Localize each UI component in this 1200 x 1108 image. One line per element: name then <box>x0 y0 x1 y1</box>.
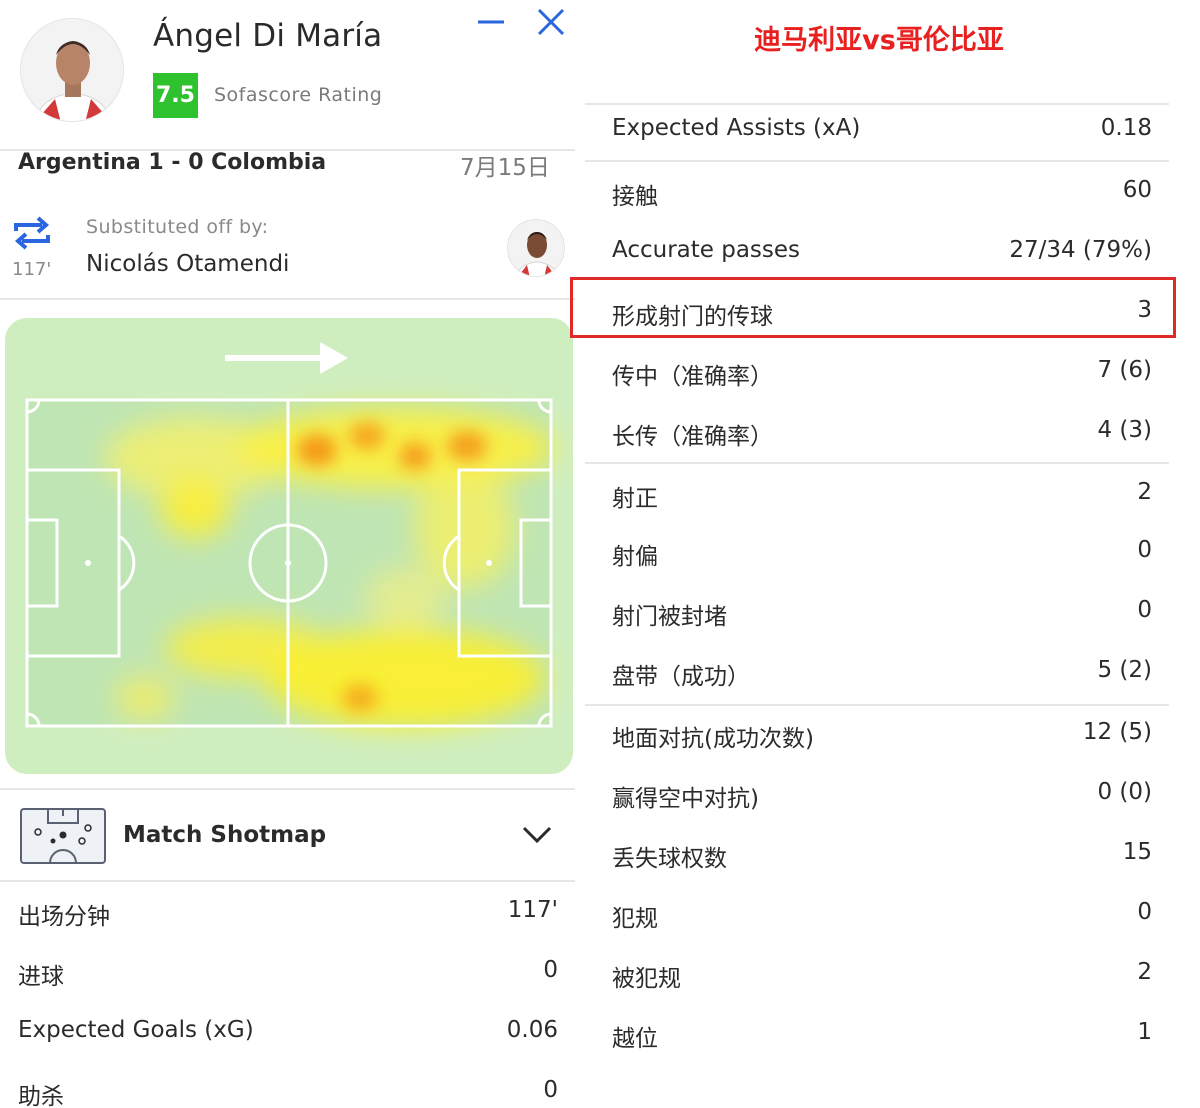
stat-label: 接触 <box>612 184 658 210</box>
stat-value: 0 <box>543 957 558 983</box>
substitution-minute: 117' <box>12 259 52 280</box>
divider <box>585 704 1169 706</box>
rating-badge: 7.5 <box>153 73 198 118</box>
stat-label: 形成射门的传球 <box>612 304 773 330</box>
mini-pitch-icon <box>20 808 106 864</box>
divider <box>585 462 1169 464</box>
player-card: Ángel Di María 7.5 Sofascore Rating Arge… <box>0 0 575 1108</box>
stat-row-xg: Expected Goals (xG) 0.06 <box>18 1011 558 1051</box>
stat-row: 射门被封堵 0 <box>612 591 1152 631</box>
stat-label: 射偏 <box>612 544 658 570</box>
stat-row: 犯规 0 <box>612 893 1152 933</box>
stat-value: 3 <box>1137 297 1152 323</box>
player-name: Ángel Di María <box>153 18 383 54</box>
stat-label: Expected Assists (xA) <box>612 115 861 141</box>
player-avatar <box>20 18 124 122</box>
substitute-avatar[interactable] <box>507 219 565 277</box>
stat-row: 射正 2 <box>612 473 1152 513</box>
stat-row-minutes: 出场分钟 117' <box>18 891 558 931</box>
match-score[interactable]: Argentina 1 - 0 Colombia <box>18 150 326 175</box>
stats-panel: 迪马利亚vs哥伦比亚 Expected Assists (xA) 0.18 接触… <box>570 0 1200 1108</box>
stat-row: 地面对抗(成功次数) 12 (5) <box>612 713 1152 753</box>
close-icon[interactable] <box>535 4 567 38</box>
stat-value: 0 (0) <box>1097 779 1152 805</box>
stat-row: 越位 1 <box>612 1013 1152 1053</box>
stat-row: 长传（准确率） 4 (3) <box>612 411 1152 451</box>
match-date: 7月15日 <box>460 155 550 181</box>
stat-row-goals: 进球 0 <box>18 951 558 991</box>
stat-label: Expected Goals (xG) <box>18 1017 254 1043</box>
stat-row: Expected Assists (xA) 0.18 <box>612 109 1152 149</box>
rating-label: Sofascore Rating <box>214 84 383 106</box>
stat-value: 0 <box>543 1077 558 1103</box>
stat-row: 射偏 0 <box>612 531 1152 571</box>
stat-value: 2 <box>1137 959 1152 985</box>
stat-value: 0 <box>1137 597 1152 623</box>
stat-value: 27/34 (79%) <box>1009 237 1152 263</box>
stat-label: Accurate passes <box>612 237 801 263</box>
stat-label: 犯规 <box>612 906 658 932</box>
stat-row: 丢失球权数 15 <box>612 833 1152 873</box>
stat-value: 4 (3) <box>1097 417 1152 443</box>
stat-value: 12 (5) <box>1082 719 1152 745</box>
stat-label: 射正 <box>612 486 658 512</box>
stat-value: 5 (2) <box>1097 657 1152 683</box>
stat-value: 0.06 <box>506 1017 558 1043</box>
stat-value: 0 <box>1137 537 1152 563</box>
stat-label: 进球 <box>18 964 64 990</box>
stat-label: 射门被封堵 <box>612 604 727 630</box>
stat-label: 长传（准确率） <box>612 424 773 450</box>
stat-row: 盘带（成功） 5 (2) <box>612 651 1152 691</box>
stat-value: 1 <box>1137 1019 1152 1045</box>
stat-row-highlighted: 形成射门的传球 3 <box>612 291 1152 331</box>
substitution-label: Substituted off by: <box>86 216 269 238</box>
stat-value: 117' <box>507 897 558 923</box>
stat-label: 地面对抗(成功次数) <box>612 726 814 752</box>
stat-value: 15 <box>1122 839 1152 865</box>
swap-arrows-icon <box>12 215 52 251</box>
stat-label: 盘带（成功） <box>612 664 750 690</box>
stat-value: 0 <box>1137 899 1152 925</box>
stat-label: 赢得空中对抗) <box>612 786 759 812</box>
divider <box>0 298 575 300</box>
stat-row: 赢得空中对抗) 0 (0) <box>612 773 1152 813</box>
minus-icon[interactable] <box>476 4 506 34</box>
stat-label: 传中（准确率） <box>612 364 773 390</box>
substitute-player-name[interactable]: Nicolás Otamendi <box>86 251 289 277</box>
headline: 迪马利亚vs哥伦比亚 <box>754 25 1004 56</box>
stat-label: 出场分钟 <box>18 904 110 930</box>
stat-label: 助杀 <box>18 1084 64 1108</box>
stat-value: 60 <box>1122 177 1152 203</box>
stat-row: Accurate passes 27/34 (79%) <box>612 231 1152 271</box>
stat-row: 传中（准确率） 7 (6) <box>612 351 1152 391</box>
stat-label: 被犯规 <box>612 966 681 992</box>
chevron-down-icon[interactable] <box>520 822 554 846</box>
shotmap-label: Match Shotmap <box>123 822 327 848</box>
divider <box>0 880 575 882</box>
shotmap-toggle[interactable]: Match Shotmap <box>0 790 575 880</box>
divider <box>585 160 1169 162</box>
stat-row-assists: 助杀 0 <box>18 1071 558 1108</box>
stat-label: 丢失球权数 <box>612 846 727 872</box>
heatmap <box>5 318 573 774</box>
stat-label: 越位 <box>612 1026 658 1052</box>
stat-value: 7 (6) <box>1097 357 1152 383</box>
stat-row: 被犯规 2 <box>612 953 1152 993</box>
divider <box>585 103 1169 105</box>
stat-value: 2 <box>1137 479 1152 505</box>
stat-row: 接触 60 <box>612 171 1152 211</box>
stat-value: 0.18 <box>1100 115 1152 141</box>
